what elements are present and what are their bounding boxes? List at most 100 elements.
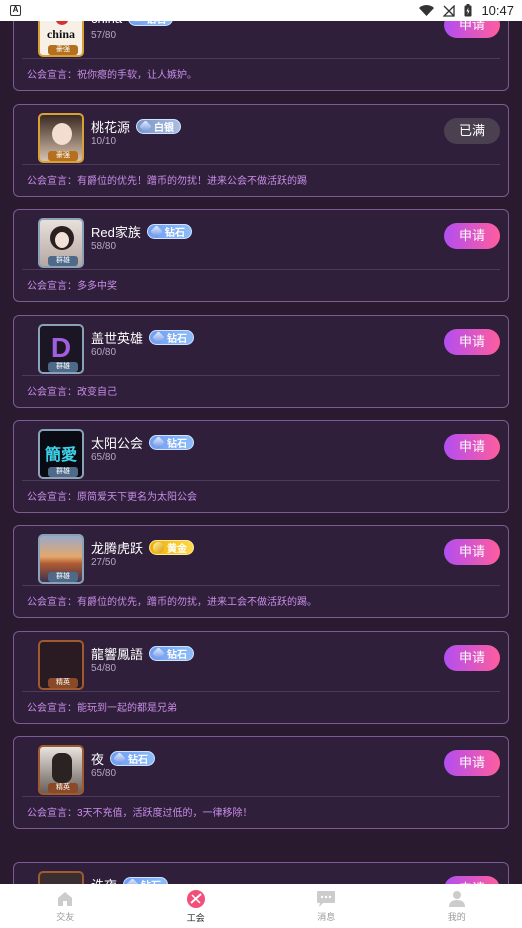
tab-guild[interactable]: 工会 <box>131 884 262 928</box>
avatar-face <box>55 232 69 248</box>
avatar-logo: D <box>50 332 72 363</box>
level-badge: 白银 <box>136 119 182 134</box>
home-icon <box>58 891 73 906</box>
guild-motto: 公会宣言：有爵位的优先！蹭币的勿扰！进来公会不做活跃的踢 <box>27 176 307 187</box>
divider <box>22 480 500 481</box>
guild-card[interactable]: 群雄 龙腾虎跃 黄金 27/50 申请 公会宣言：有爵位的优先，蹭币的勿扰，进来… <box>13 525 509 618</box>
apply-button[interactable]: 申请 <box>444 329 500 355</box>
guild-motto: 公会宣言：能玩到一起的都是兄弟 <box>27 703 177 714</box>
guild-name-row: 龙腾虎跃 黄金 <box>91 538 195 557</box>
guild-motto: 公会宣言：原简爱天下更名为太阳公会 <box>27 492 197 503</box>
app-notification-icon: A <box>10 5 21 16</box>
diamond-icon <box>152 436 165 449</box>
full-button[interactable]: 已满 <box>444 118 500 144</box>
guild-name: 夜 <box>91 752 105 767</box>
frame-tag: 豪强 <box>48 151 78 161</box>
apply-button[interactable]: 申请 <box>444 645 500 671</box>
profile-icon <box>448 890 465 907</box>
guild-name: 太阳公会 <box>91 436 144 451</box>
apply-button[interactable]: 申请 <box>444 434 500 460</box>
guild-card[interactable]: 豪强 桃花源 白银 10/10 已满 公会宣言：有爵位的优先！蹭币的勿扰！进来公… <box>13 104 509 197</box>
avatar-figure <box>52 753 72 783</box>
diamond-icon <box>150 225 163 238</box>
guild-name-row: 诛夜 钻石 <box>91 875 169 884</box>
guild-avatar: D 群雄 <box>38 324 84 374</box>
member-count: 54/80 <box>91 663 117 674</box>
guild-card[interactable]: 诛夜 钻石 申请 <box>13 862 509 884</box>
message-icon <box>317 890 336 907</box>
guild-avatar <box>38 871 84 884</box>
wifi-icon <box>419 4 435 16</box>
guild-card[interactable]: D 群雄 盖世英雄 钻石 60/80 申请 公会宣言：改变自己 <box>13 315 509 408</box>
diamond-icon <box>113 752 126 765</box>
battery-charging-icon <box>464 4 472 17</box>
apply-button[interactable]: 申请 <box>444 223 500 249</box>
tab-friends[interactable]: 交友 <box>0 884 131 928</box>
guild-motto: 公会宣言：3天不充值，活跃度过低的，一律移除！ <box>27 808 253 819</box>
guild-card[interactable]: 精英 夜 钻石 65/80 申请 公会宣言：3天不充值，活跃度过低的，一律移除！ <box>13 736 509 829</box>
guild-list[interactable]: china 豪强 china 钻石 57/80 申请 公会宣言：祝你瘪的手软，让… <box>0 0 522 884</box>
guild-card[interactable]: 精英 龍響鳳語 钻石 54/80 申请 公会宣言：能玩到一起的都是兄弟 <box>13 631 509 724</box>
frame-tag: 精英 <box>48 783 78 793</box>
avatar-logo: china <box>46 27 75 41</box>
divider <box>22 691 500 692</box>
no-signal-icon <box>443 4 456 17</box>
tab-messages[interactable]: 消息 <box>261 884 392 928</box>
guild-name: 龙腾虎跃 <box>91 541 144 556</box>
guild-card[interactable]: 群雄 Red家族 钻石 58/80 申请 公会宣言：多多中奖 <box>13 209 509 302</box>
frame-tag: 群雄 <box>48 467 78 477</box>
guild-motto: 公会宣言：改变自己 <box>27 387 117 398</box>
diamond-icon <box>152 331 165 344</box>
guild-avatar: 精英 <box>38 640 84 690</box>
guild-name-row: 桃花源 白银 <box>91 117 182 136</box>
divider <box>22 58 500 59</box>
divider <box>22 375 500 376</box>
guild-name: 桃花源 <box>91 120 131 135</box>
guild-name: 盖世英雄 <box>91 331 144 346</box>
frame-tag: 群雄 <box>48 572 78 582</box>
clock: 10:47 <box>481 3 514 18</box>
guild-avatar: 精英 <box>38 745 84 795</box>
apply-button[interactable]: 申请 <box>444 539 500 565</box>
frame-tag: 群雄 <box>48 362 78 372</box>
level-badge: 钻石 <box>123 877 169 884</box>
guild-name-row: 太阳公会 钻石 <box>91 433 195 452</box>
guild-name: 诛夜 <box>91 875 117 884</box>
guild-name-row: 夜 钻石 <box>91 749 156 768</box>
frame-tag: 精英 <box>48 678 78 688</box>
guild-avatar: 簡愛 群雄 <box>38 429 84 479</box>
guild-name-row: 龍響鳳語 钻石 <box>91 644 195 663</box>
level-badge: 钻石 <box>149 330 195 345</box>
guild-motto: 公会宣言：多多中奖 <box>27 281 117 292</box>
tab-label: 消息 <box>317 911 336 922</box>
member-count: 57/80 <box>91 30 117 41</box>
level-badge: 钻石 <box>146 224 192 239</box>
member-count: 10/10 <box>91 136 117 147</box>
bottom-tab-bar: 交友 工会 消息 我的 <box>0 884 522 928</box>
frame-tag: 群雄 <box>48 256 78 266</box>
guild-name: 龍響鳳語 <box>91 647 144 662</box>
level-badge: 钻石 <box>149 435 195 450</box>
tab-label: 工会 <box>186 912 205 923</box>
guild-motto: 公会宣言：祝你瘪的手软，让人嫉妒。 <box>27 70 197 81</box>
avatar-logo: 簡愛 <box>44 447 77 464</box>
guild-icon <box>186 889 205 908</box>
guild-name-row: 盖世英雄 钻石 <box>91 328 195 347</box>
status-bar: A 10:47 <box>0 0 522 21</box>
level-badge: 钻石 <box>110 751 156 766</box>
apply-button[interactable]: 申请 <box>444 876 500 884</box>
apply-button[interactable]: 申请 <box>444 750 500 776</box>
guild-name-row: Red家族 钻石 <box>91 222 192 241</box>
member-count: 65/80 <box>91 452 117 463</box>
tab-me[interactable]: 我的 <box>392 884 522 928</box>
member-count: 58/80 <box>91 241 117 252</box>
divider <box>22 269 500 270</box>
divider <box>22 796 500 797</box>
member-count: 65/80 <box>91 768 117 779</box>
avatar-face <box>52 123 72 145</box>
guild-avatar: 群雄 <box>38 218 84 268</box>
member-count: 27/50 <box>91 557 117 568</box>
divider <box>22 164 500 165</box>
guild-card[interactable]: 簡愛 群雄 太阳公会 钻石 65/80 申请 公会宣言：原简爱天下更名为太阳公会 <box>13 420 509 513</box>
member-count: 60/80 <box>91 347 117 358</box>
